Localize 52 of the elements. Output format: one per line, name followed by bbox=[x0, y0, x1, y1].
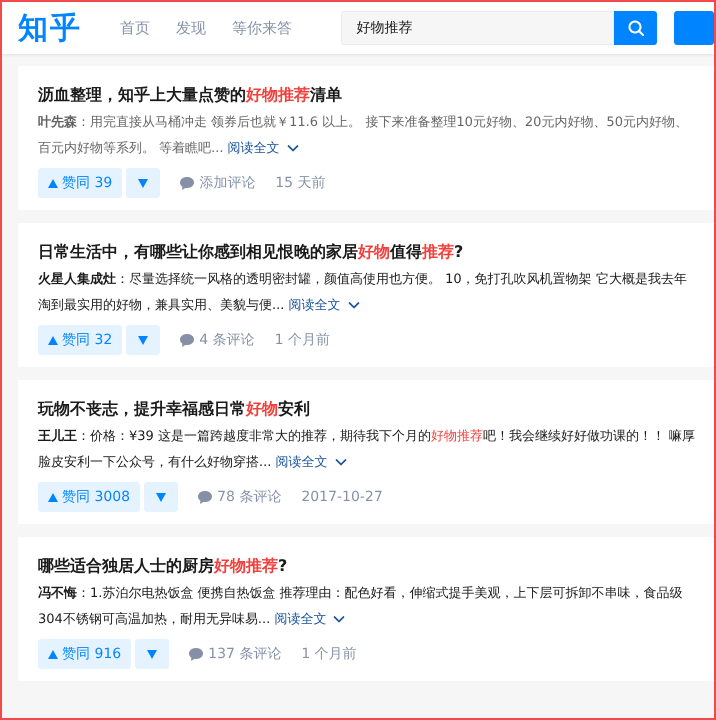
result-title[interactable]: 玩物不丧志，提升幸福感日常好物安利 bbox=[38, 396, 696, 422]
chevron-down-icon bbox=[348, 301, 360, 309]
read-more-link[interactable]: 阅读全文 bbox=[276, 455, 347, 470]
result-title[interactable]: 沥血整理，知乎上大量点赞的好物推荐清单 bbox=[38, 82, 696, 108]
triangle-down-icon bbox=[156, 492, 166, 502]
comment-icon bbox=[189, 648, 204, 660]
upvote-button[interactable]: 赞同 3008 bbox=[38, 482, 140, 512]
upvote-button[interactable]: 赞同 32 bbox=[38, 325, 122, 355]
search-button[interactable] bbox=[614, 11, 657, 45]
result-title[interactable]: 日常生活中，有哪些让你感到相见恨晚的家居好物值得推荐? bbox=[38, 239, 696, 265]
downvote-button[interactable] bbox=[144, 482, 178, 512]
downvote-button[interactable] bbox=[126, 325, 160, 355]
post-time: 2017-10-27 bbox=[301, 489, 383, 505]
comments-link[interactable]: 4 条评论 bbox=[180, 331, 255, 349]
result-title[interactable]: 哪些适合独居人士的厨房好物推荐? bbox=[38, 553, 696, 579]
chevron-down-icon bbox=[334, 458, 347, 466]
triangle-up-icon bbox=[48, 492, 58, 502]
comment-icon bbox=[180, 176, 194, 190]
chevron-down-icon bbox=[286, 144, 299, 152]
triangle-down-icon bbox=[147, 650, 158, 658]
search-input[interactable]: 好物推荐 bbox=[342, 19, 614, 37]
comments-link[interactable]: 添加评论 bbox=[180, 174, 256, 192]
comment-icon bbox=[198, 490, 212, 504]
downvote-button[interactable] bbox=[135, 639, 170, 669]
answer-excerpt: 叶先森：用完直接从马桶冲走 领券后也就￥11.6 以上。 接下来准备整理10元好物、20元内好物、50元内好物、百元内好物等系列。 等着瞧吧... 阅读全文 bbox=[38, 114, 689, 158]
answer-excerpt: 王儿王：价格：¥39 这是一篇跨越度非常大的推荐，期待我下个月的好物推荐吧！我会继续好好做功课的！！ 嘛厚脸皮安利一下公众号，有什么好物穿搭... 阅读全文 bbox=[38, 428, 696, 472]
triangle-down-icon bbox=[138, 178, 148, 188]
nav-link[interactable]: 发现 bbox=[176, 18, 206, 38]
triangle-up-icon bbox=[48, 178, 58, 188]
upvote-button[interactable]: 赞同 916 bbox=[38, 639, 132, 669]
comments-link[interactable]: 78 条评论 bbox=[198, 488, 282, 506]
post-time: 1 个月前 bbox=[274, 331, 330, 349]
answer-excerpt: 火星人集成灶：尽量选择统一风格的透明密封罐，颜值高使用也方便。 10，免打孔吹风机置物架 它大概是我去年淘到最实用的好物，兼具实用、美貌与便... 阅读全文 bbox=[38, 271, 688, 315]
triangle-up-icon bbox=[48, 336, 58, 344]
post-time: 1 个月前 bbox=[301, 645, 357, 663]
nav-link[interactable]: 等你来答 bbox=[232, 18, 292, 38]
comment-icon bbox=[180, 334, 194, 346]
chevron-down-icon bbox=[333, 615, 346, 623]
nav-link[interactable]: 首页 bbox=[120, 18, 150, 38]
comments-link[interactable]: 137 条评论 bbox=[189, 645, 282, 663]
search-icon bbox=[626, 19, 645, 37]
triangle-down-icon bbox=[138, 336, 148, 344]
search-field[interactable]: 好物推荐 bbox=[341, 11, 614, 45]
read-more-link[interactable]: 阅读全文 bbox=[228, 141, 299, 156]
upvote-button[interactable]: 赞同 39 bbox=[38, 168, 122, 198]
triangle-up-icon bbox=[48, 650, 58, 658]
read-more-link[interactable]: 阅读全文 bbox=[288, 298, 360, 313]
logo[interactable]: 知乎 bbox=[18, 8, 120, 48]
post-time: 15 天前 bbox=[275, 174, 326, 192]
read-more-link[interactable]: 阅读全文 bbox=[274, 612, 346, 627]
downvote-button[interactable] bbox=[126, 168, 160, 198]
answer-excerpt: 冯不悔：1.苏泊尔电热饭盒 便携自热饭盒 推荐理由：配色好看，伸缩式提手美观，上下层可拆卸不串味，食品级304不锈钢可高温加热，耐用无异味易... 阅读全文 bbox=[38, 585, 684, 629]
